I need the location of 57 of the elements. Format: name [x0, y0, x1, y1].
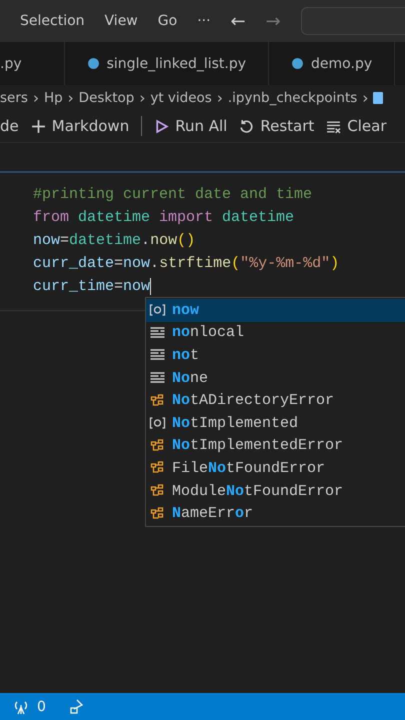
keyword-icon	[149, 326, 166, 340]
keyword-icon	[149, 348, 166, 362]
class-icon	[149, 461, 166, 476]
chevron-icon: ›	[139, 88, 146, 106]
breadcrumb-item[interactable]: .ipynb_checkpoints	[228, 90, 358, 106]
editor-tab[interactable]: single_linked_list.py	[64, 42, 270, 85]
breadcrumb-item[interactable]: sers	[0, 90, 28, 106]
code-line: from datetime import datetime	[33, 208, 296, 228]
suggestion-item[interactable]: now	[146, 299, 405, 322]
editor-tab[interactable]: .py	[0, 42, 65, 85]
toolbar-button[interactable]: Restart	[239, 117, 314, 135]
variable-icon	[149, 303, 166, 318]
breadcrumb-item[interactable]: Hp	[44, 90, 63, 106]
toolbar-button[interactable]: Markdown	[30, 117, 130, 135]
code-line: curr_date=now.strftime("%y-%m-%d")	[33, 254, 340, 274]
ports-count[interactable]: 0	[37, 698, 46, 714]
plus-icon	[30, 118, 46, 134]
toolbar-button[interactable]: Run All	[154, 117, 228, 135]
menu-item[interactable]: Go	[158, 13, 178, 29]
editor-tab[interactable]: demo.py	[269, 42, 396, 85]
toolbar-button[interactable]: Clear	[326, 117, 387, 135]
chevron-icon: ›	[362, 88, 368, 106]
remote-explorer-icon[interactable]	[68, 698, 84, 714]
suggestion-item[interactable]: ModuleNotFoundError	[146, 480, 405, 502]
play-icon	[154, 118, 170, 134]
breadcrumb-item[interactable]: Desktop	[78, 90, 134, 106]
back-arrow-icon[interactable]: ←	[230, 10, 246, 32]
suggestion-item[interactable]: NameError	[146, 502, 405, 525]
suggestion-item[interactable]: None	[146, 366, 405, 390]
chevron-icon: ›	[68, 88, 74, 106]
menu-item[interactable]: ···	[197, 13, 211, 29]
suggestion-item[interactable]: not	[146, 344, 405, 367]
suggestion-item[interactable]: nonlocal	[146, 322, 405, 344]
file-icon	[373, 92, 384, 104]
suggestion-item[interactable]: NotImplementedError	[146, 434, 405, 458]
class-icon	[149, 438, 166, 453]
code-line: curr_time=now	[33, 276, 152, 297]
suggestion-item[interactable]: NotADirectoryError	[146, 389, 405, 412]
class-icon	[149, 394, 166, 408]
keyword-icon	[149, 371, 166, 386]
variable-icon	[149, 416, 166, 430]
code-line: now=datetime.now()	[33, 231, 196, 251]
breadcrumb-item[interactable]: yt videos	[150, 90, 212, 106]
class-icon	[149, 484, 166, 498]
suggestion-item[interactable]: NotImplemented	[146, 412, 405, 435]
menu-item[interactable]: Selection	[20, 13, 85, 29]
restart-icon	[239, 118, 254, 134]
clear-all-icon	[326, 118, 342, 134]
chevron-icon: ›	[32, 88, 39, 106]
chevron-icon: ›	[216, 88, 223, 106]
command-center-field[interactable]	[300, 7, 405, 35]
menu-item[interactable]: View	[104, 13, 138, 29]
broadcast-icon[interactable]	[13, 698, 29, 714]
suggestion-item[interactable]: FileNotFoundError	[146, 457, 405, 480]
class-icon	[149, 506, 166, 521]
toolbar-button[interactable]: de	[0, 117, 19, 135]
code-line: #printing current date and time	[33, 185, 314, 205]
